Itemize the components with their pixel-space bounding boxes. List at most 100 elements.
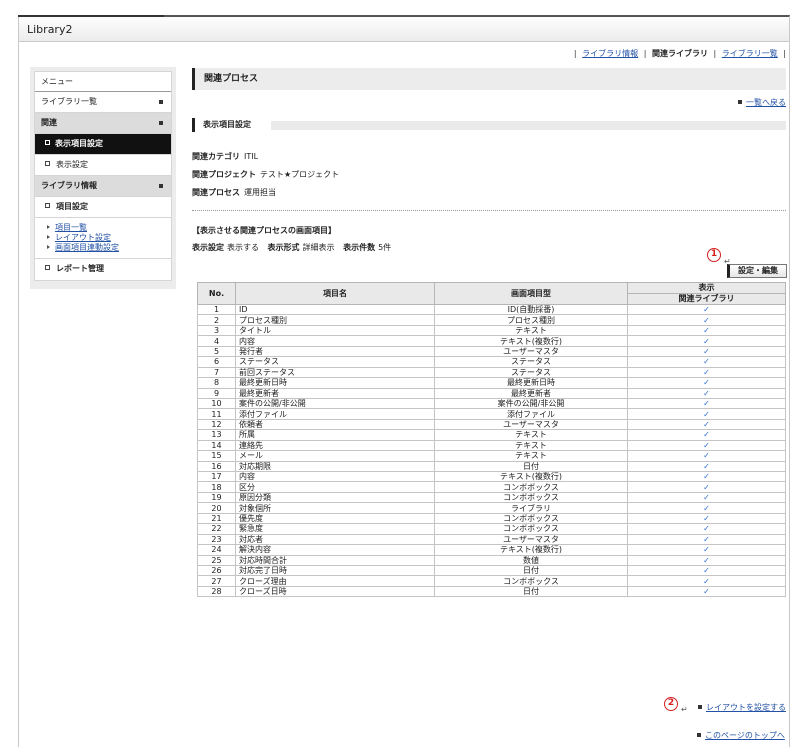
row-item-type: ユーザーマスタ bbox=[434, 418, 628, 431]
check-icon: ✓ bbox=[627, 314, 786, 326]
row-item-type: コンボボックス bbox=[434, 491, 628, 504]
settings-edit-button[interactable]: 設定・編集 bbox=[727, 264, 787, 278]
header-item-type: 画面項目型 bbox=[434, 282, 628, 305]
row-item-type: テキスト(複数行) bbox=[434, 470, 628, 483]
row-item-name: ステータス bbox=[235, 356, 435, 368]
setting-value: 表示する bbox=[227, 243, 259, 252]
row-item-name: ID bbox=[235, 303, 435, 316]
layout-setting: レイアウトを設定する bbox=[698, 702, 786, 713]
table-row: 19 原因分類 コンボボックス ✓ bbox=[197, 491, 786, 504]
nav-library-list-link[interactable]: ライブラリ一覧 bbox=[722, 49, 778, 58]
section-title-text: 表示項目設定 bbox=[203, 120, 251, 129]
app-title: Library2 bbox=[27, 23, 73, 36]
check-icon: ✓ bbox=[627, 585, 786, 598]
table-row: 26 対応完了日時 日付 ✓ bbox=[197, 564, 786, 577]
row-item-name: 内容 bbox=[235, 335, 435, 347]
check-icon: ✓ bbox=[627, 439, 786, 452]
nav-library-info-link[interactable]: ライブラリ情報 bbox=[582, 49, 638, 58]
row-item-name: 原因分類 bbox=[235, 491, 435, 504]
count-value: 5件 bbox=[378, 243, 392, 252]
row-number: 26 bbox=[197, 564, 236, 577]
divider bbox=[192, 210, 786, 211]
row-item-type: ライブラリ bbox=[434, 502, 628, 514]
square-bullet-icon bbox=[698, 705, 702, 709]
row-number: 4 bbox=[197, 335, 236, 347]
sidebar-menu-title: メニュー bbox=[35, 72, 171, 92]
format-value: 詳細表示 bbox=[302, 243, 335, 252]
sidebar-link-item-list[interactable]: 項目一覧 bbox=[55, 223, 87, 232]
related-process: 関連プロセス 運用担当 bbox=[192, 187, 276, 198]
row-number: 27 bbox=[197, 575, 236, 587]
sidebar-item-label: 表示項目設定 bbox=[55, 139, 103, 148]
count-label: 表示件数 bbox=[343, 243, 376, 252]
triangle-bullet-icon bbox=[47, 225, 50, 229]
related-process-label: 関連プロセス bbox=[192, 188, 240, 197]
sidebar-link-layout[interactable]: レイアウト設定 bbox=[55, 233, 111, 242]
row-item-type: コンボボックス bbox=[434, 575, 628, 587]
table-row: 11 添付ファイル 添付ファイル ✓ bbox=[197, 408, 786, 420]
table-row: 13 所属 テキスト ✓ bbox=[197, 429, 786, 441]
sidebar-item-report[interactable]: レポート管理 bbox=[35, 259, 171, 280]
check-icon: ✓ bbox=[627, 554, 786, 566]
row-item-name: クローズ日時 bbox=[235, 585, 435, 598]
check-icon: ✓ bbox=[627, 502, 786, 514]
table-row: 9 最終更新者 最終更新者 ✓ bbox=[197, 387, 786, 399]
annotation-marker-1: 1 bbox=[707, 248, 721, 262]
sidebar-item-library-list[interactable]: ライブラリ一覧 bbox=[35, 92, 171, 113]
check-icon: ✓ bbox=[627, 512, 786, 525]
row-number: 28 bbox=[197, 585, 236, 598]
layout-setting-link[interactable]: レイアウトを設定する bbox=[706, 703, 786, 712]
row-item-name: 対応完了日時 bbox=[235, 564, 435, 577]
table-row: 25 対応時間合計 数値 ✓ bbox=[197, 554, 786, 566]
check-icon: ✓ bbox=[627, 366, 786, 379]
check-icon: ✓ bbox=[627, 324, 786, 337]
top-nav: | ライブラリ情報 | 関連ライブラリ | ライブラリ一覧 | bbox=[573, 49, 786, 58]
row-number: 3 bbox=[197, 324, 236, 337]
app-header: Library2 bbox=[18, 15, 790, 42]
row-number: 16 bbox=[197, 460, 236, 473]
table-body: 1 ID ID(自動採番) ✓ 2 プロセス種別 プロセス種別 ✓ 3 タイトル テキスト ✓ 4 内容テ… bbox=[197, 303, 786, 598]
row-item-type: テキスト(複数行) bbox=[434, 544, 628, 556]
row-item-type: ID(自動採番) bbox=[434, 303, 628, 316]
related-project-label: 関連プロジェクト bbox=[192, 170, 256, 179]
row-item-name: 最終更新日時 bbox=[235, 377, 435, 389]
sidebar-item-library-info[interactable]: ライブラリ情報 bbox=[35, 176, 171, 197]
check-icon: ✓ bbox=[627, 429, 786, 441]
row-number: 20 bbox=[197, 502, 236, 514]
check-icon: ✓ bbox=[627, 564, 786, 577]
sidebar-item-label: ライブラリ一覧 bbox=[41, 97, 97, 106]
row-item-name: クローズ理由 bbox=[235, 575, 435, 587]
row-item-name: 添付ファイル bbox=[235, 408, 435, 420]
row-item-name: 案件の公開/非公開 bbox=[235, 397, 435, 410]
row-item-name: 対応期限 bbox=[235, 460, 435, 473]
page-top-link[interactable]: このページのトップへ bbox=[705, 731, 785, 740]
related-category: 関連カテゴリ ITIL bbox=[192, 151, 258, 162]
row-number: 10 bbox=[197, 397, 236, 410]
back-to-list-link[interactable]: 一覧へ戻る bbox=[746, 98, 786, 107]
row-item-type: テキスト bbox=[434, 324, 628, 337]
square-outline-icon bbox=[45, 265, 50, 270]
row-number: 12 bbox=[197, 418, 236, 431]
row-item-name: 優先度 bbox=[235, 512, 435, 525]
row-item-type: ステータス bbox=[434, 356, 628, 368]
check-icon: ✓ bbox=[627, 345, 786, 358]
sidebar-item-item-settings[interactable]: 項目設定 bbox=[35, 197, 171, 218]
header-accent bbox=[18, 15, 164, 17]
related-project: 関連プロジェクト テスト★プロジェクト bbox=[192, 169, 339, 180]
check-icon: ✓ bbox=[627, 418, 786, 431]
sidebar-item-display-items[interactable]: 表示項目設定 bbox=[35, 134, 171, 155]
row-item-type: 日付 bbox=[434, 564, 628, 577]
sidebar-item-display-settings[interactable]: 表示設定 bbox=[35, 155, 171, 176]
row-item-name: 所属 bbox=[235, 429, 435, 441]
row-item-type: ステータス bbox=[434, 366, 628, 379]
row-item-name: 連絡先 bbox=[235, 439, 435, 452]
sidebar-link-linkage[interactable]: 画面項目連動設定 bbox=[55, 243, 119, 252]
triangle-bullet-icon bbox=[47, 235, 50, 239]
header-item-name: 項目名 bbox=[235, 282, 435, 305]
table-row: 10 案件の公開/非公開 案件の公開/非公開 ✓ bbox=[197, 397, 786, 410]
row-item-type: テキスト bbox=[434, 429, 628, 441]
check-icon: ✓ bbox=[627, 303, 786, 316]
sidebar-item-related[interactable]: 関連 bbox=[35, 113, 171, 134]
check-icon: ✓ bbox=[627, 450, 786, 462]
table-row: 16 対応期限 日付 ✓ bbox=[197, 460, 786, 473]
